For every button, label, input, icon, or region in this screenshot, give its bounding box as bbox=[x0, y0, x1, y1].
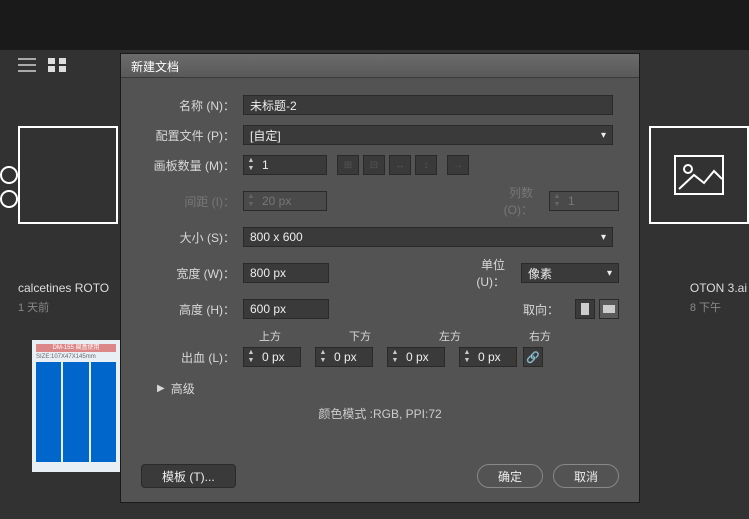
stepper-arrows-icon[interactable]: ▲▼ bbox=[460, 349, 474, 365]
artboards-input[interactable] bbox=[258, 158, 326, 172]
file-label: OTON 3.ai 8 下午 bbox=[690, 281, 747, 315]
bleed-bottom-input[interactable] bbox=[330, 350, 372, 364]
bleed-right-stepper[interactable]: ▲▼ bbox=[459, 347, 517, 367]
color-mode-text: 颜色模式 :RGB, PPI:72 bbox=[141, 405, 619, 422]
profile-value: [自定] bbox=[250, 127, 281, 144]
dialog-titlebar[interactable]: 新建文档 bbox=[121, 54, 639, 78]
stepper-arrows-icon[interactable]: ▲▼ bbox=[244, 349, 258, 365]
dialog-footer: 模板 (T)... 确定 取消 bbox=[141, 464, 619, 488]
artboard-arrange-group: ⊞ ⊟ ↔ ↕ bbox=[337, 155, 437, 175]
arrange-row-icon[interactable]: ↔ bbox=[389, 155, 411, 175]
bleed-link-button[interactable]: 🔗 bbox=[523, 347, 543, 367]
list-view-icon[interactable] bbox=[18, 58, 36, 72]
bleed-bottom-label: 下方 bbox=[349, 328, 421, 344]
width-input[interactable] bbox=[243, 263, 329, 283]
name-row: 名称 (N)： bbox=[141, 94, 619, 116]
bleed-right-input[interactable] bbox=[474, 350, 516, 364]
ok-button[interactable]: 确定 bbox=[477, 464, 543, 488]
bleed-top-input[interactable] bbox=[258, 350, 300, 364]
template-button[interactable]: 模板 (T)... bbox=[141, 464, 236, 488]
profile-select[interactable]: [自定] ▾ bbox=[243, 125, 613, 145]
bleed-top-label: 上方 bbox=[259, 328, 331, 344]
stepper-arrows-icon[interactable]: ▲▼ bbox=[388, 349, 402, 365]
columns-input bbox=[564, 194, 618, 208]
artboards-row: 画板数量 (M)： ▲▼ ⊞ ⊟ ↔ ↕ → bbox=[141, 154, 619, 176]
dialog-body: 名称 (N)： 配置文件 (P)： [自定] ▾ 画板数量 (M)： ▲▼ ⊞ … bbox=[121, 78, 639, 432]
orientation-group bbox=[575, 299, 619, 319]
bleed-left-label: 左方 bbox=[439, 328, 511, 344]
height-row: 高度 (H)： 取向： bbox=[141, 298, 619, 320]
new-document-dialog: 新建文档 名称 (N)： 配置文件 (P)： [自定] ▾ 画板数量 (M)： … bbox=[120, 53, 640, 503]
orientation-portrait-button[interactable] bbox=[575, 299, 595, 319]
file-name: calcetines ROTO bbox=[18, 281, 109, 295]
arrange-rtl-icon[interactable]: → bbox=[447, 155, 469, 175]
file-label: calcetines ROTO 1 天前 bbox=[18, 281, 109, 315]
profile-label: 配置文件 (P)： bbox=[141, 127, 243, 144]
spacing-stepper: ▲▼ bbox=[243, 191, 327, 211]
columns-stepper: ▲▼ bbox=[549, 191, 619, 211]
spacing-label: 间距 (I)： bbox=[141, 193, 243, 210]
height-input[interactable] bbox=[243, 299, 329, 319]
spacing-row: 间距 (I)： ▲▼ 列数 (O)： ▲▼ bbox=[141, 184, 619, 218]
bleed-bottom-stepper[interactable]: ▲▼ bbox=[315, 347, 373, 367]
app-header bbox=[0, 0, 749, 50]
advanced-toggle[interactable]: ▶ 高级 bbox=[157, 380, 619, 397]
stepper-arrows-icon: ▲▼ bbox=[550, 193, 564, 209]
file-time: 8 下午 bbox=[690, 299, 747, 315]
cancel-button[interactable]: 取消 bbox=[553, 464, 619, 488]
chevron-down-icon: ▾ bbox=[601, 232, 606, 243]
view-toolbar bbox=[18, 58, 66, 72]
side-circles bbox=[0, 166, 18, 208]
image-placeholder-icon bbox=[674, 155, 724, 195]
arrange-grid-row-icon[interactable]: ⊞ bbox=[337, 155, 359, 175]
file-card[interactable] bbox=[18, 126, 118, 224]
name-input[interactable] bbox=[243, 95, 613, 115]
width-row: 宽度 (W)： 单位 (U)： 像素 ▾ bbox=[141, 256, 619, 290]
profile-row: 配置文件 (P)： [自定] ▾ bbox=[141, 124, 619, 146]
chevron-down-icon: ▾ bbox=[601, 130, 606, 141]
units-value: 像素 bbox=[528, 265, 552, 282]
thumb-boxes bbox=[36, 362, 116, 462]
bleed-row: 出血 (L)： ▲▼ ▲▼ ▲▼ ▲▼ 🔗 bbox=[141, 346, 619, 368]
bleed-top-stepper[interactable]: ▲▼ bbox=[243, 347, 301, 367]
height-label: 高度 (H)： bbox=[141, 301, 243, 318]
thumb-header: DM-155 扁盒使用 bbox=[36, 344, 116, 352]
spacing-input bbox=[258, 194, 326, 208]
chevron-down-icon: ▾ bbox=[607, 268, 612, 279]
size-label: 大小 (S)： bbox=[141, 229, 243, 246]
file-name: OTON 3.ai bbox=[690, 281, 747, 295]
bleed-right-label: 右方 bbox=[529, 328, 601, 344]
bleed-left-input[interactable] bbox=[402, 350, 444, 364]
units-label: 单位 (U)： bbox=[453, 256, 513, 290]
artboards-label: 画板数量 (M)： bbox=[141, 157, 243, 174]
triangle-right-icon: ▶ bbox=[157, 383, 165, 394]
stepper-arrows-icon: ▲▼ bbox=[244, 193, 258, 209]
columns-label: 列数 (O)： bbox=[481, 184, 541, 218]
arrange-grid-col-icon[interactable]: ⊟ bbox=[363, 155, 385, 175]
size-select[interactable]: 800 x 600 ▾ bbox=[243, 227, 613, 247]
bleed-left-stepper[interactable]: ▲▼ bbox=[387, 347, 445, 367]
grid-view-icon[interactable] bbox=[48, 58, 66, 72]
thumb-size: SIZE:107X47X145mm bbox=[36, 354, 116, 360]
advanced-label: 高级 bbox=[171, 380, 195, 397]
stepper-arrows-icon[interactable]: ▲▼ bbox=[316, 349, 330, 365]
arrange-col-icon[interactable]: ↕ bbox=[415, 155, 437, 175]
name-label: 名称 (N)： bbox=[141, 97, 243, 114]
bleed-headers: 上方 下方 左方 右方 bbox=[259, 328, 619, 344]
stepper-arrows-icon[interactable]: ▲▼ bbox=[244, 157, 258, 173]
size-row: 大小 (S)： 800 x 600 ▾ bbox=[141, 226, 619, 248]
file-card[interactable] bbox=[649, 126, 749, 224]
orientation-label: 取向： bbox=[507, 301, 567, 318]
units-select[interactable]: 像素 ▾ bbox=[521, 263, 619, 283]
artboards-stepper[interactable]: ▲▼ bbox=[243, 155, 327, 175]
orientation-landscape-button[interactable] bbox=[599, 299, 619, 319]
width-label: 宽度 (W)： bbox=[141, 265, 243, 282]
size-value: 800 x 600 bbox=[250, 230, 303, 244]
file-thumbnail[interactable]: DM-155 扁盒使用 SIZE:107X47X145mm bbox=[32, 340, 120, 472]
file-time: 1 天前 bbox=[18, 299, 109, 315]
bleed-label: 出血 (L)： bbox=[141, 349, 243, 366]
